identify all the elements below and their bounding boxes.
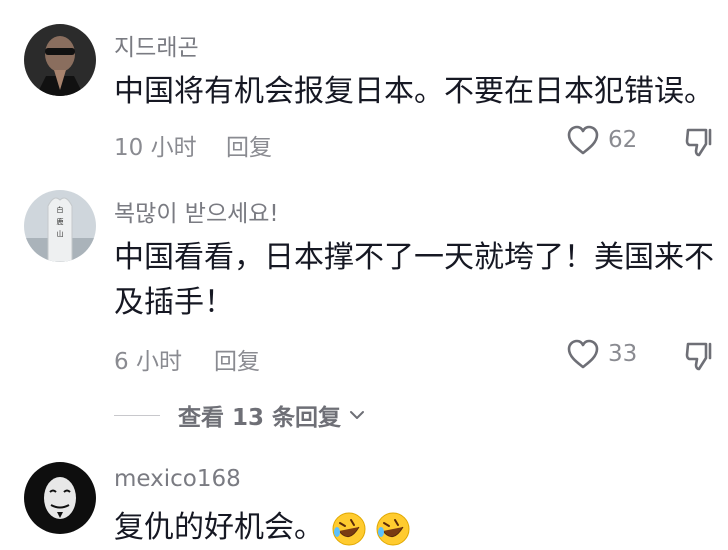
avatar[interactable]: 白 鹿 山 — [24, 190, 96, 262]
avatar[interactable] — [24, 462, 96, 534]
comment-timestamp: 6 小时 — [114, 349, 182, 375]
comment-timestamp: 10 小时 — [114, 135, 197, 161]
comment-text-line: 中国看看，日本撑不了一天就垮了！美国来不 — [114, 240, 714, 275]
like-count: 62 — [608, 127, 638, 153]
divider — [114, 414, 160, 416]
avatar[interactable] — [24, 24, 96, 96]
view-replies-label: 查看 13 条回复 — [178, 405, 342, 431]
view-replies-button[interactable]: 查看 13 条回复 — [114, 398, 367, 432]
comment-username[interactable]: 지드래곤 — [114, 28, 199, 62]
comment-text: 中国将有机会报复日本。不要在日本犯错误。 — [114, 74, 714, 109]
reply-button[interactable]: 回复 — [214, 342, 260, 376]
man-praying-hands-avatar-icon — [24, 24, 96, 96]
like-button[interactable]: 62 — [566, 124, 637, 156]
heart-icon — [567, 339, 599, 369]
heart-icon — [567, 125, 599, 155]
dislike-button[interactable] — [684, 124, 718, 162]
rolling-on-floor-laughing-emoji-icon — [376, 512, 410, 545]
like-count: 33 — [608, 341, 638, 367]
chevron-down-icon — [350, 411, 365, 419]
dislike-button[interactable] — [684, 338, 718, 376]
avatar-inscription: 白 鹿 山 — [56, 206, 64, 238]
comment-username[interactable]: mexico168 — [114, 466, 241, 492]
rolling-on-floor-laughing-emoji-icon — [332, 512, 366, 545]
guy-fawkes-mask-avatar-icon — [24, 462, 96, 534]
comment-text-row: 复仇的好机会。 — [114, 506, 412, 550]
like-button[interactable]: 33 — [566, 338, 637, 370]
comment-text: 复仇的好机会。 — [114, 510, 324, 545]
comment-text-line: 及插手！ — [114, 285, 234, 320]
thumbs-down-icon — [685, 128, 712, 157]
reply-button[interactable]: 回复 — [226, 128, 272, 162]
comment-username[interactable]: 복많이 받으세요! — [114, 194, 279, 228]
thumbs-down-icon — [685, 342, 712, 371]
